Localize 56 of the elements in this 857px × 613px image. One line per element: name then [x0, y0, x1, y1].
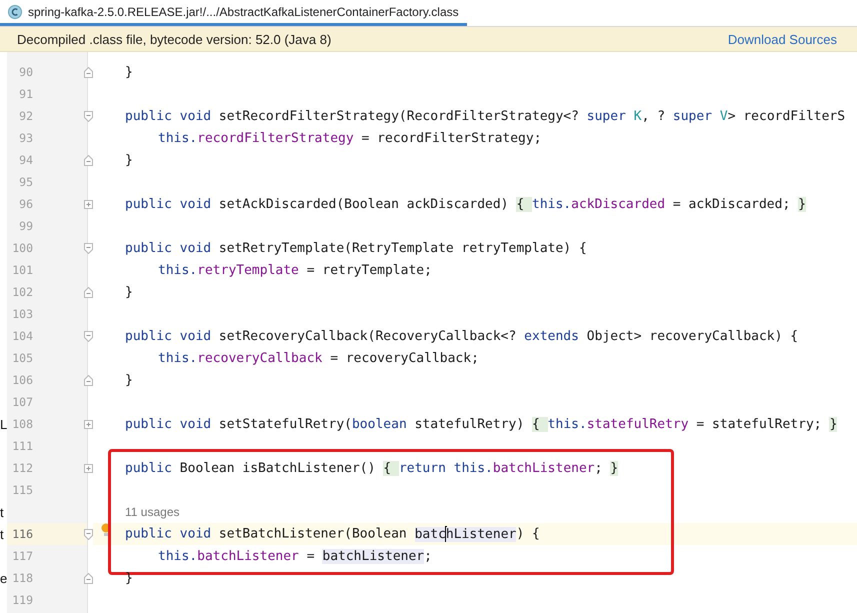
line-number: 95	[19, 175, 33, 189]
fold-icon[interactable]	[84, 242, 92, 254]
code-line: public void setStatefulRetry(boolean statefulRetry) { this.statefulRetry = statefulRetry; }	[125, 416, 838, 432]
code-line: public void setRecordFilterStrategy(RecordFilterStrategy<? super K, ? super V> recordFilterS	[125, 108, 846, 124]
expand-icon[interactable]	[84, 464, 92, 472]
code-line: public void setBatchListener(Boolean batchListener) {	[125, 526, 540, 542]
expand-icon[interactable]	[84, 420, 92, 428]
line-number: 92	[19, 109, 33, 123]
download-sources-link[interactable]: Download Sources	[728, 32, 837, 46]
code-line: }	[125, 570, 133, 586]
line-number: 104	[12, 329, 33, 343]
code-line: public Boolean isBatchListener() { return this.batchListener; }	[125, 460, 618, 476]
fold-icon[interactable]	[84, 528, 92, 540]
line-number: 117	[12, 549, 33, 563]
line-number: 94	[19, 153, 33, 167]
code-line: this.recoveryCallback = recoveryCallback;	[158, 350, 479, 366]
code-line: }	[125, 284, 133, 300]
code-line: public void setAckDiscarded(Boolean ackDiscarded) { this.ackDiscarded = ackDiscarded; }	[125, 196, 806, 212]
side-panel-text: t	[0, 504, 4, 520]
fold-icon[interactable]	[84, 110, 92, 122]
code-line: this.batchListener = batchListener;	[158, 548, 432, 564]
line-number: 108	[12, 417, 33, 431]
fold-icon[interactable]	[84, 330, 92, 342]
code-line: public void setRetryTemplate(RetryTemplate retryTemplate) {	[125, 240, 587, 256]
line-number: 96	[19, 197, 33, 211]
lightbulb-icon[interactable]	[101, 523, 111, 537]
line-number: 106	[12, 373, 33, 387]
line-number: 93	[19, 131, 33, 145]
line-number: 116	[12, 527, 33, 541]
line-number: 90	[19, 65, 33, 79]
line-number: 112	[12, 461, 33, 475]
line-number: 118	[12, 571, 33, 585]
line-number: 101	[12, 263, 33, 277]
code-line: public void setRecoveryCallback(RecoveryCallback<? extends Object> recoveryCallback) {	[125, 328, 798, 344]
banner-message: Decompiled .class file, bytecode version: 52.0 (Java 8)	[17, 32, 332, 46]
usages-hint[interactable]: 11 usages	[125, 505, 180, 519]
line-number: 111	[12, 439, 33, 453]
line-number: 100	[12, 241, 33, 255]
code-line: }	[125, 152, 133, 168]
line-number: 91	[19, 87, 33, 101]
side-panel-text: t	[0, 526, 4, 542]
expand-icon[interactable]	[84, 200, 92, 208]
side-panel-text: L	[0, 416, 8, 432]
side-panel-text: e	[0, 570, 8, 586]
line-number: 107	[12, 395, 33, 409]
class-file-icon	[8, 4, 22, 18]
code-line: this.recordFilterStrategy = recordFilterStrategy;	[158, 130, 542, 146]
line-number: 103	[12, 307, 33, 321]
line-number: 105	[12, 351, 33, 365]
code-line: }	[125, 372, 133, 388]
code-line: this.retryTemplate = retryTemplate;	[158, 262, 432, 278]
line-number: 115	[12, 483, 33, 497]
code-line: }	[125, 64, 133, 80]
line-number: 119	[12, 593, 33, 607]
line-number: 102	[12, 285, 33, 299]
line-number: 99	[19, 219, 33, 233]
